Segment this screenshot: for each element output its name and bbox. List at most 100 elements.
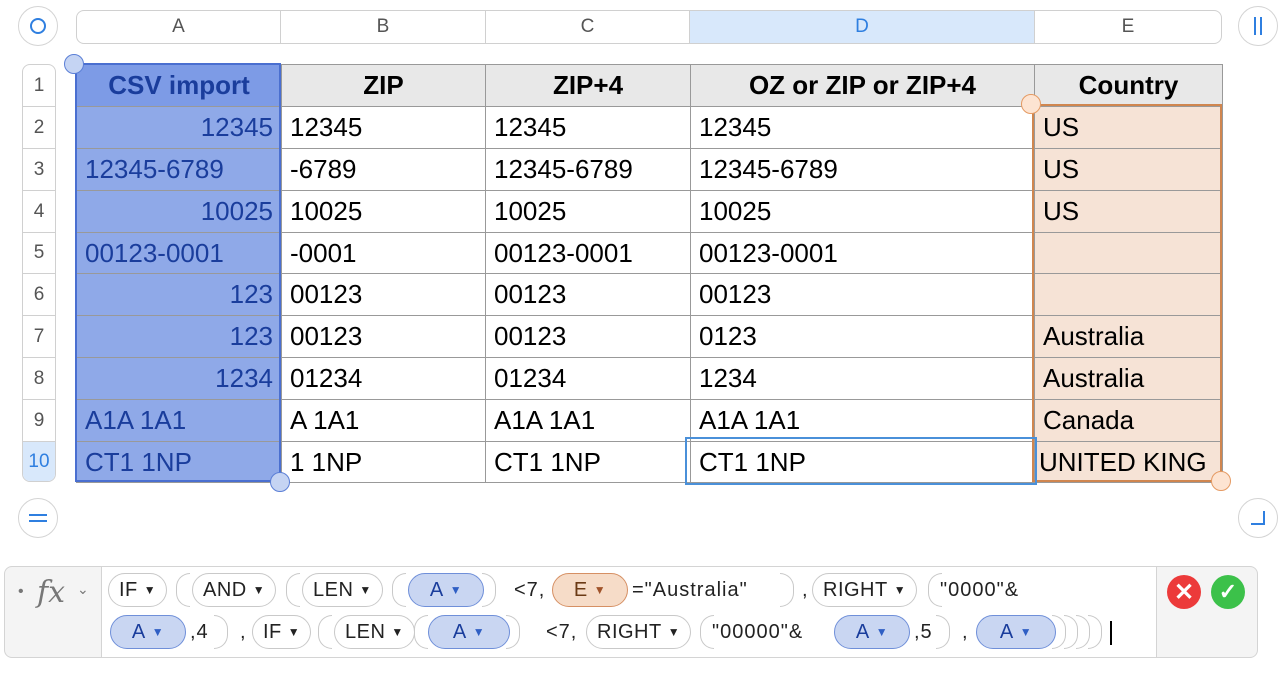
- cell-a3[interactable]: 12345-6789: [76, 148, 282, 191]
- row-header-6[interactable]: 6: [23, 274, 55, 316]
- range-a-end-handle[interactable]: [270, 472, 290, 492]
- cell-d6[interactable]: 00123: [690, 273, 1035, 316]
- cell-e2[interactable]: US: [1034, 106, 1223, 149]
- chevron-down-icon: ▼: [287, 625, 301, 639]
- cell-d1[interactable]: OZ or ZIP or ZIP+4: [690, 64, 1035, 107]
- range-e-start-handle[interactable]: [1021, 94, 1041, 114]
- cell-a2[interactable]: 12345: [76, 106, 282, 149]
- cell-b9[interactable]: A 1A1: [281, 399, 486, 442]
- token-right[interactable]: RIGHT ▼: [586, 615, 692, 649]
- cell-e1[interactable]: Country: [1034, 64, 1223, 107]
- freeze-columns-button[interactable]: [1238, 6, 1278, 46]
- token-if[interactable]: IF ▼: [252, 615, 312, 649]
- formula-editor[interactable]: IF ▼ AND ▼ LEN ▼ A ▼ <7, E ▼ ="Australia" , R…: [101, 567, 1157, 657]
- cell-d9[interactable]: A1A 1A1: [690, 399, 1035, 442]
- cell-a7[interactable]: 123: [76, 315, 282, 358]
- token-right[interactable]: RIGHT ▼: [812, 573, 918, 607]
- cell-d8[interactable]: 1234: [690, 357, 1035, 400]
- cell-c8[interactable]: 01234: [485, 357, 691, 400]
- token-ref-a[interactable]: A ▼: [110, 615, 186, 649]
- select-all-button[interactable]: [18, 6, 58, 46]
- row-header-4[interactable]: 4: [23, 191, 55, 233]
- add-rows-button[interactable]: [18, 498, 58, 538]
- cell-e8[interactable]: Australia: [1034, 357, 1223, 400]
- cell-a1[interactable]: CSV import: [76, 64, 282, 107]
- row-header-2[interactable]: 2: [23, 107, 55, 149]
- cell-a5[interactable]: 00123-0001: [76, 232, 282, 274]
- cell-e3[interactable]: US: [1034, 148, 1223, 191]
- cell-c2[interactable]: 12345: [485, 106, 691, 149]
- cell-c4[interactable]: 10025: [485, 190, 691, 233]
- cell-d5[interactable]: 00123-0001: [690, 232, 1035, 274]
- range-a-start-handle[interactable]: [64, 54, 84, 74]
- accept-formula-button[interactable]: ✓: [1211, 575, 1245, 609]
- formula-function-menu[interactable]: • fx ⌄: [5, 567, 101, 657]
- cell-d2[interactable]: 12345: [690, 106, 1035, 149]
- cell-d4[interactable]: 10025: [690, 190, 1035, 233]
- cell-d10[interactable]: CT1 1NP: [690, 441, 1035, 483]
- token-and[interactable]: AND ▼: [192, 573, 277, 607]
- row-header-3[interactable]: 3: [23, 149, 55, 191]
- chevron-down-icon: ▼: [359, 583, 372, 597]
- column-header-b[interactable]: B: [281, 11, 486, 43]
- row-header-1[interactable]: 1: [23, 65, 55, 107]
- cell-a6[interactable]: 123: [76, 273, 282, 316]
- token-ref-a[interactable]: A ▼: [408, 573, 484, 607]
- cell-b4[interactable]: 10025: [281, 190, 486, 233]
- table-row: 10025 10025 10025 10025 US: [76, 190, 1223, 233]
- token-ref-a[interactable]: A ▼: [428, 615, 510, 649]
- cell-e10[interactable]: UNITED KING: [1034, 441, 1223, 483]
- row-header-9[interactable]: 9: [23, 400, 55, 442]
- cell-b7[interactable]: 00123: [281, 315, 486, 358]
- cell-c10[interactable]: CT1 1NP: [485, 441, 691, 483]
- paren-close: [780, 573, 794, 607]
- token-len[interactable]: LEN ▼: [302, 573, 383, 607]
- text-00000: "00000"&: [712, 620, 804, 643]
- row-header-5[interactable]: 5: [23, 233, 55, 274]
- range-e-end-handle[interactable]: [1211, 471, 1231, 491]
- cell-c7[interactable]: 00123: [485, 315, 691, 358]
- cell-b2[interactable]: 12345: [281, 106, 486, 149]
- cell-b1[interactable]: ZIP: [281, 64, 486, 107]
- row-header-10[interactable]: 10: [23, 442, 55, 481]
- cell-a4[interactable]: 10025: [76, 190, 282, 233]
- chevron-down-icon: ▼: [449, 583, 463, 597]
- cancel-formula-button[interactable]: ✕: [1167, 575, 1201, 609]
- resize-table-button[interactable]: [1238, 498, 1278, 538]
- cell-a9[interactable]: A1A 1A1: [76, 399, 282, 442]
- cell-b8[interactable]: 01234: [281, 357, 486, 400]
- cell-d7[interactable]: 0123: [690, 315, 1035, 358]
- cell-e9[interactable]: Canada: [1034, 399, 1223, 442]
- pause-bars-icon: [1254, 17, 1262, 35]
- cell-b3[interactable]: -6789: [281, 148, 486, 191]
- cell-e5[interactable]: [1034, 232, 1223, 274]
- cell-d3[interactable]: 12345-6789: [690, 148, 1035, 191]
- cell-c9[interactable]: A1A 1A1: [485, 399, 691, 442]
- row-header-8[interactable]: 8: [23, 358, 55, 400]
- row-header-7[interactable]: 7: [23, 316, 55, 358]
- token-ref-a[interactable]: A ▼: [834, 615, 910, 649]
- column-header-bar: A B C D E: [76, 10, 1222, 44]
- token-ref-e[interactable]: E ▼: [552, 573, 628, 607]
- column-header-c[interactable]: C: [486, 11, 690, 43]
- cell-c6[interactable]: 00123: [485, 273, 691, 316]
- token-ref-a[interactable]: A ▼: [976, 615, 1056, 649]
- column-header-a[interactable]: A: [77, 11, 281, 43]
- cell-b6[interactable]: 00123: [281, 273, 486, 316]
- cell-e7[interactable]: Australia: [1034, 315, 1223, 358]
- cell-a8[interactable]: 1234: [76, 357, 282, 400]
- column-header-d[interactable]: D: [690, 11, 1035, 43]
- cell-b10[interactable]: 1 1NP: [281, 441, 486, 483]
- cell-c3[interactable]: 12345-6789: [485, 148, 691, 191]
- cell-c1[interactable]: ZIP+4: [485, 64, 691, 107]
- cell-a10[interactable]: CT1 1NP: [76, 441, 282, 483]
- table-row: 00123-0001 -0001 00123-0001 00123-0001: [76, 232, 1223, 274]
- cell-c5[interactable]: 00123-0001: [485, 232, 691, 274]
- cell-e6[interactable]: [1034, 273, 1223, 316]
- cell-e4[interactable]: US: [1034, 190, 1223, 233]
- chevron-down-icon: ▼: [593, 583, 607, 597]
- token-len[interactable]: LEN ▼: [334, 615, 415, 649]
- cell-b5[interactable]: -0001: [281, 232, 486, 274]
- token-if[interactable]: IF ▼: [108, 573, 168, 607]
- column-header-e[interactable]: E: [1035, 11, 1221, 43]
